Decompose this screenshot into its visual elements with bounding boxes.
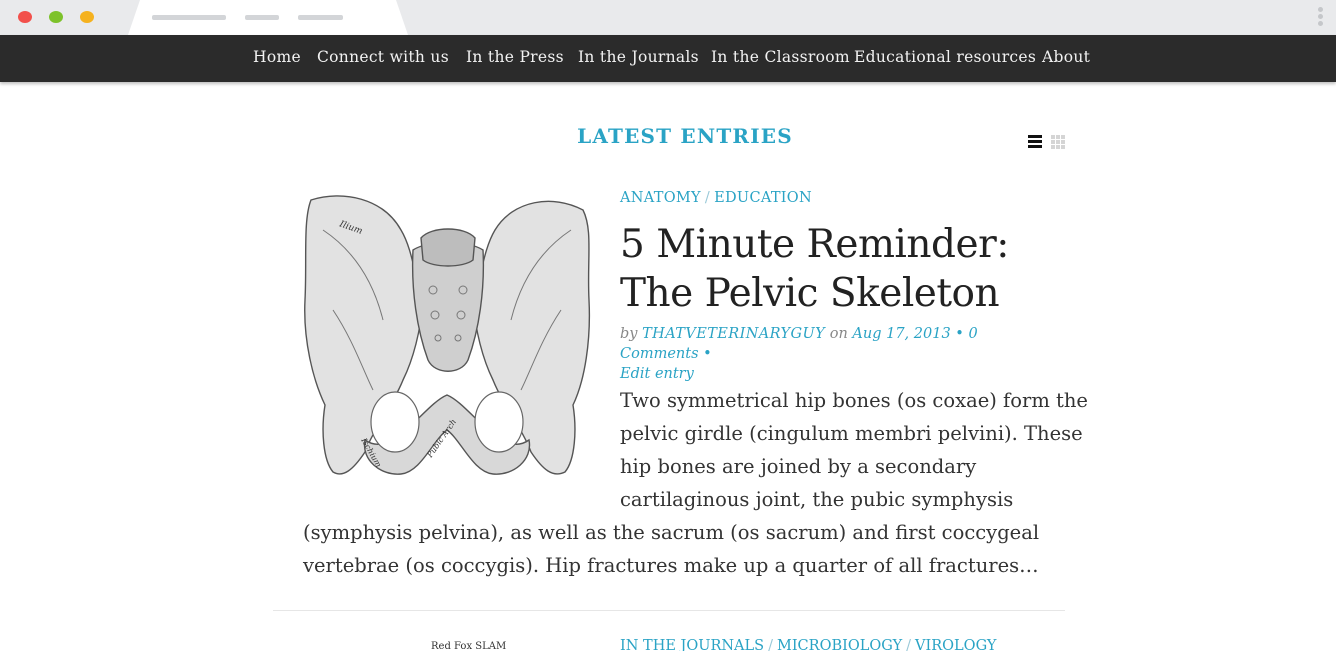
nav-about[interactable]: About [1042,35,1090,80]
browser-tab[interactable] [128,0,408,35]
nav-connect-with-us[interactable]: Connect with us [317,35,449,80]
meta-on: on [829,326,848,342]
entry-categories: ANATOMY / EDUCATION [620,190,812,206]
list-view-icon[interactable] [1028,135,1042,148]
excerpt-line: Two symmetrical hip bones (os coxae) for… [620,389,1088,412]
category-link-virology[interactable]: VIROLOGY [915,638,996,651]
meta-bullet: • [703,346,712,362]
category-separator: / [704,190,711,206]
next-entry-categories: IN THE JOURNALS / MICROBIOLOGY / VIROLOGY [620,638,996,651]
minimize-window-icon[interactable] [49,11,63,23]
browser-chrome [0,0,1336,35]
section-heading: LATEST ENTRIES [577,124,793,148]
edit-entry-link[interactable]: Edit entry [620,366,694,382]
category-separator: / [906,638,912,651]
main-nav: Home Connect with us In the Press In the… [0,35,1336,82]
entry-meta: by THATVETERINARYGUY on Aug 17, 2013 • 0… [620,324,1060,384]
meta-bullet: • [955,326,964,342]
nav-in-the-press[interactable]: In the Press [466,35,564,80]
category-link-in-the-journals[interactable]: IN THE JOURNALS [620,638,764,651]
category-link-microbiology[interactable]: MICROBIOLOGY [777,638,902,651]
browser-menu-icon[interactable] [1318,7,1324,29]
maximize-window-icon[interactable] [80,11,94,23]
entry-excerpt: Two symmetrical hip bones (os coxae) for… [303,384,1088,582]
date-link[interactable]: Aug 17, 2013 [852,326,950,342]
meta-by: by [620,326,638,342]
next-thumbnail-caption: Red Fox SLAM [431,641,507,651]
excerpt-line: vertebrae (os coccygis). Hip fractures m… [303,554,1039,577]
tab-title-placeholder [298,15,343,20]
tab-title-placeholder [245,15,279,20]
category-link-anatomy[interactable]: ANATOMY [620,190,701,206]
nav-in-the-journals[interactable]: In the Journals [578,35,699,80]
category-separator: / [768,638,773,651]
entry-title[interactable]: 5 Minute Reminder: The Pelvic Skeleton [620,220,1060,318]
close-window-icon[interactable] [18,11,32,23]
grid-view-icon[interactable] [1051,135,1065,149]
excerpt-line: cartilaginous joint, the pubic symphysis [620,488,1014,511]
nav-in-the-classroom[interactable]: In the Classroom [711,35,850,80]
entry-divider [273,610,1065,611]
excerpt-line: (symphysis pelvina), as well as the sacr… [303,521,1040,544]
excerpt-line: hip bones are joined by a secondary [620,455,977,478]
category-link-education[interactable]: EDUCATION [714,190,812,206]
excerpt-line: pelvic girdle (cingulum membri pelvini).… [620,422,1083,445]
next-entry-thumbnail[interactable]: Red Fox SLAM [303,640,591,651]
nav-home[interactable]: Home [253,35,301,80]
tab-title-placeholder [152,15,226,20]
author-link[interactable]: THATVETERINARYGUY [642,326,825,342]
nav-educational-resources[interactable]: Educational resources [854,35,1036,80]
